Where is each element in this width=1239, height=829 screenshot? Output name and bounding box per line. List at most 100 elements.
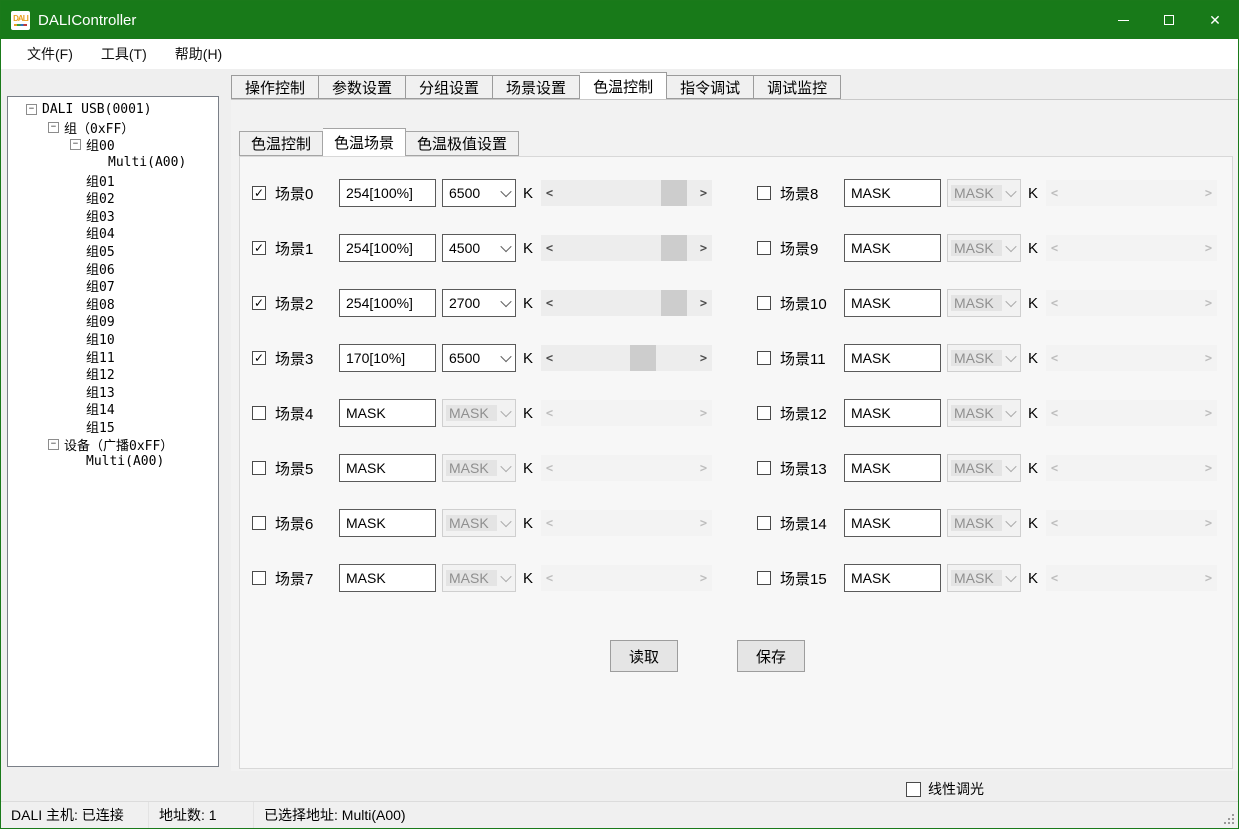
tree-item[interactable]: 组02 [8,189,218,207]
scene-checkbox[interactable] [757,351,771,365]
tab-5[interactable]: 指令调试 [667,75,754,99]
scene-level-input[interactable] [339,344,436,372]
scene-level-input[interactable] [844,344,941,372]
scene-checkbox[interactable] [252,461,266,475]
tree-item[interactable]: Multi(A00) [8,154,218,172]
tree-item[interactable]: 组05 [8,242,218,260]
subtab-1[interactable]: 色温场景 [323,128,406,156]
scrollbar-thumb[interactable] [661,180,687,206]
scrollbar-track[interactable] [558,345,695,371]
scene-checkbox[interactable]: ✓ [252,241,266,255]
tab-1[interactable]: 参数设置 [319,75,406,99]
scroll-right-icon[interactable]: > [695,186,712,200]
scroll-left-icon[interactable]: < [541,241,558,255]
menu-item[interactable]: 工具(T) [87,40,161,68]
scene-kelvin-dropdown[interactable]: 6500 [442,344,516,372]
scrollbar-thumb[interactable] [661,290,687,316]
tab-2[interactable]: 分组设置 [406,75,493,99]
tree-item[interactable]: 组03 [8,207,218,225]
scene-checkbox[interactable] [757,241,771,255]
scene-level-input[interactable] [339,564,436,592]
scrollbar-track[interactable] [558,290,695,316]
tab-4[interactable]: 色温控制 [580,72,667,99]
scene-checkbox[interactable]: ✓ [252,186,266,200]
scene-level-input[interactable] [844,509,941,537]
scene-checkbox[interactable]: ✓ [252,351,266,365]
tab-0[interactable]: 操作控制 [231,75,319,99]
tree-item[interactable]: 组15 [8,418,218,436]
collapse-icon[interactable]: − [70,139,81,150]
scrollbar-thumb[interactable] [630,345,656,371]
scene-kelvin-dropdown[interactable]: 4500 [442,234,516,262]
scroll-right-icon[interactable]: > [695,241,712,255]
scene-checkbox[interactable] [757,516,771,530]
scroll-left-icon[interactable]: < [541,296,558,310]
tree-item[interactable]: 组09 [8,312,218,330]
scroll-right-icon[interactable]: > [695,351,712,365]
scene-checkbox[interactable]: ✓ [252,296,266,310]
tree-item[interactable]: 组01 [8,171,218,189]
collapse-icon[interactable]: − [48,439,59,450]
tab-3[interactable]: 场景设置 [493,75,580,99]
tree-item[interactable]: 组14 [8,400,218,418]
tree-item[interactable]: 组06 [8,259,218,277]
scene-checkbox[interactable] [757,571,771,585]
scroll-left-icon[interactable]: < [541,351,558,365]
scrollbar-track[interactable] [558,180,695,206]
scene-scrollbar[interactable]: <> [541,290,712,316]
tree-item[interactable]: Multi(A00) [8,453,218,471]
tree-item[interactable]: 组12 [8,365,218,383]
tree-item[interactable]: −DALI USB(0001) [8,101,218,119]
scene-checkbox[interactable] [757,296,771,310]
scene-level-input[interactable] [844,234,941,262]
menu-item[interactable]: 文件(F) [13,40,87,68]
scrollbar-track[interactable] [558,235,695,261]
tree-item[interactable]: 组13 [8,383,218,401]
scene-kelvin-dropdown[interactable]: 6500 [442,179,516,207]
linear-dimming-checkbox[interactable] [906,782,921,797]
tab-6[interactable]: 调试监控 [754,75,841,99]
tree-item[interactable]: 组10 [8,330,218,348]
tree-item[interactable]: 组11 [8,347,218,365]
maximize-button[interactable] [1146,1,1192,39]
scene-scrollbar[interactable]: <> [541,180,712,206]
tree-item[interactable]: 组07 [8,277,218,295]
tree-item[interactable]: 组08 [8,295,218,313]
collapse-icon[interactable]: − [48,122,59,133]
scene-level-input[interactable] [844,399,941,427]
menu-item[interactable]: 帮助(H) [161,40,236,68]
read-button[interactable]: 读取 [610,640,678,672]
scene-checkbox[interactable] [252,571,266,585]
tree-item[interactable]: −组（0xFF） [8,119,218,137]
scene-checkbox[interactable] [757,461,771,475]
scene-level-input[interactable] [339,454,436,482]
tree-item[interactable]: −设备（广播0xFF） [8,435,218,453]
subtab-2[interactable]: 色温极值设置 [406,131,519,156]
scene-level-input[interactable] [844,454,941,482]
scene-checkbox[interactable] [252,516,266,530]
scene-checkbox[interactable] [757,406,771,420]
scene-level-input[interactable] [339,289,436,317]
scene-kelvin-dropdown[interactable]: 2700 [442,289,516,317]
scene-scrollbar[interactable]: <> [541,235,712,261]
scene-level-input[interactable] [339,399,436,427]
scroll-left-icon[interactable]: < [541,186,558,200]
scroll-right-icon[interactable]: > [695,296,712,310]
scene-checkbox[interactable] [757,186,771,200]
scene-level-input[interactable] [339,509,436,537]
subtab-0[interactable]: 色温控制 [239,131,323,156]
scene-level-input[interactable] [339,179,436,207]
scene-scrollbar[interactable]: <> [541,345,712,371]
tree-item[interactable]: 组04 [8,224,218,242]
resize-grip[interactable] [1224,814,1234,824]
scene-level-input[interactable] [844,179,941,207]
scene-level-input[interactable] [339,234,436,262]
tree-item[interactable]: −组00 [8,136,218,154]
scene-level-input[interactable] [844,564,941,592]
scene-checkbox[interactable] [252,406,266,420]
scene-level-input[interactable] [844,289,941,317]
close-button[interactable]: ✕ [1192,1,1238,39]
save-button[interactable]: 保存 [737,640,805,672]
scrollbar-thumb[interactable] [661,235,687,261]
minimize-button[interactable] [1100,1,1146,39]
